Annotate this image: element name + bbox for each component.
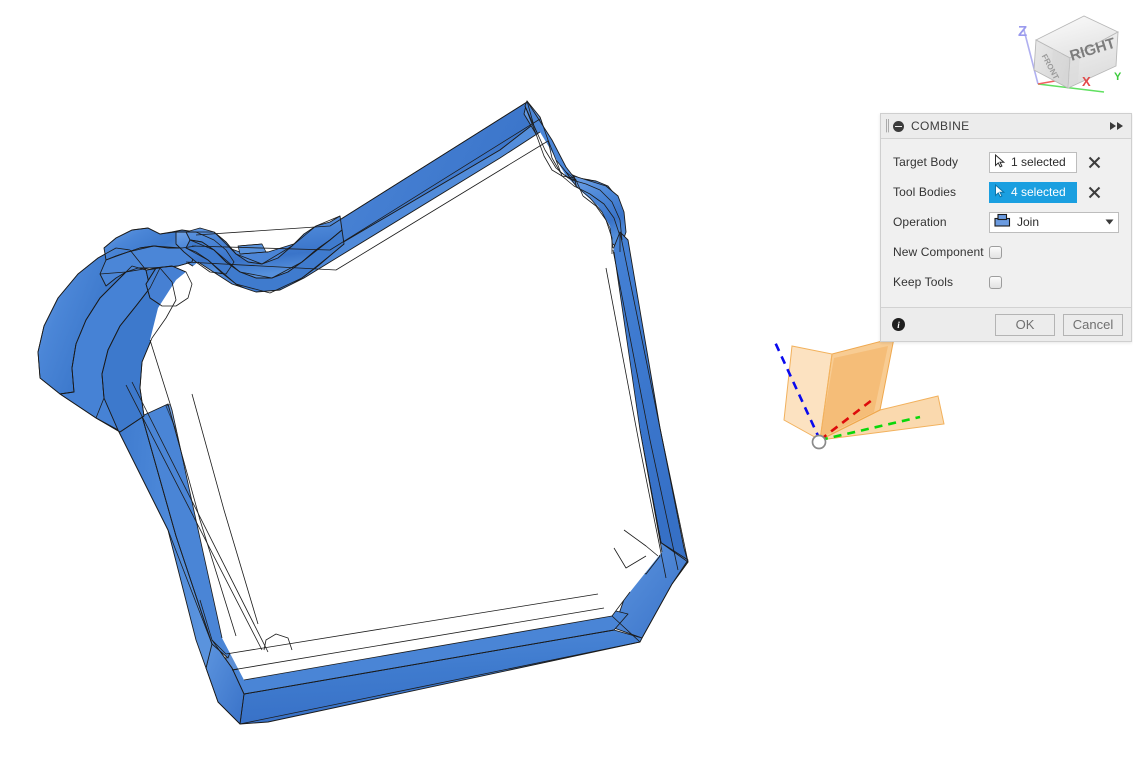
target-body-selection-field[interactable]: 1 selected bbox=[989, 151, 1077, 173]
caret-down-icon[interactable] bbox=[1105, 218, 1114, 227]
keep-tools-checkbox[interactable] bbox=[989, 275, 1002, 289]
cancel-button[interactable]: Cancel bbox=[1063, 313, 1123, 336]
origin-point bbox=[811, 434, 827, 450]
panel-footer: i OK Cancel bbox=[881, 307, 1131, 341]
operation-dropdown[interactable]: Join bbox=[989, 211, 1119, 233]
label-tool-bodies: Tool Bodies bbox=[893, 185, 957, 199]
origin-planes-indicator[interactable] bbox=[762, 332, 957, 457]
viewcube-axis-z-label: Z bbox=[1018, 23, 1027, 40]
tool-bodies-selection-field[interactable]: 4 selected bbox=[989, 181, 1077, 203]
panel-body: Target Body 1 selected Tool Bodies 4 sel… bbox=[881, 139, 1131, 307]
viewcube-axis-x-label: X bbox=[1082, 74, 1091, 89]
cursor-arrow-icon bbox=[994, 183, 1007, 201]
panel-title: COMBINE bbox=[911, 119, 970, 133]
minus-circle-icon[interactable] bbox=[893, 120, 904, 132]
clear-target-body-icon[interactable] bbox=[1087, 155, 1102, 170]
tool-bodies-selection-value: 4 selected bbox=[1011, 185, 1066, 199]
panel-header[interactable]: ║ COMBINE bbox=[881, 114, 1131, 139]
row-operation: Operation Join bbox=[881, 207, 1131, 237]
drag-grip-icon[interactable]: ║ bbox=[884, 120, 892, 133]
clear-tool-bodies-icon[interactable] bbox=[1087, 185, 1102, 200]
combine-command-panel[interactable]: ║ COMBINE Target Body 1 selected Tool Bo… bbox=[880, 113, 1132, 342]
operation-value: Join bbox=[1017, 215, 1040, 229]
row-keep-tools: Keep Tools bbox=[881, 267, 1131, 297]
viewcube-axis-y-label: Y bbox=[1114, 71, 1122, 83]
label-new-component: New Component bbox=[893, 245, 984, 259]
label-target-body: Target Body bbox=[893, 155, 959, 169]
info-icon[interactable]: i bbox=[892, 318, 905, 331]
row-target-body: Target Body 1 selected bbox=[881, 147, 1131, 177]
view-cube[interactable]: RIGHT FRONT Z X Y bbox=[1008, 8, 1133, 106]
double-chevron-right-icon[interactable] bbox=[1109, 121, 1125, 131]
ok-button[interactable]: OK bbox=[995, 313, 1055, 336]
label-keep-tools: Keep Tools bbox=[893, 275, 954, 289]
label-operation: Operation bbox=[893, 215, 947, 229]
join-operation-icon bbox=[994, 213, 1011, 231]
new-component-checkbox[interactable] bbox=[989, 245, 1002, 259]
target-body-selection-value: 1 selected bbox=[1011, 155, 1066, 169]
cursor-arrow-icon bbox=[994, 153, 1007, 171]
row-new-component: New Component bbox=[881, 237, 1131, 267]
row-tool-bodies: Tool Bodies 4 selected bbox=[881, 177, 1131, 207]
